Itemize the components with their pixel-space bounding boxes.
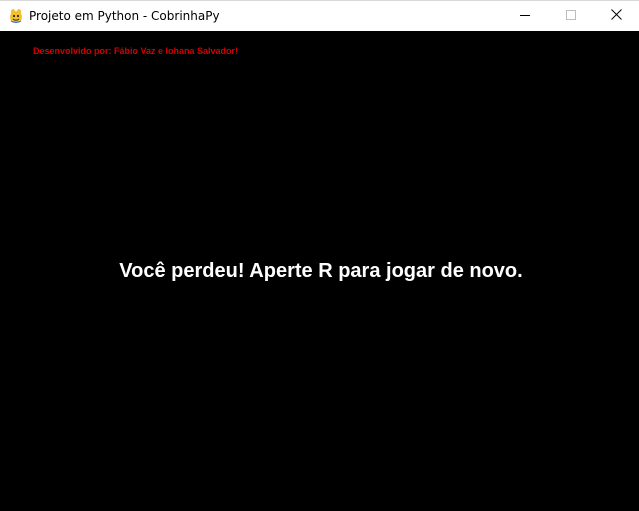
title-bar[interactable]: Projeto em Python - CobrinhaPy bbox=[0, 0, 639, 31]
game-canvas[interactable]: Desenvolvido por: Fábio Vaz e Iohana Sal… bbox=[0, 31, 639, 511]
pygame-snake-icon bbox=[8, 8, 24, 24]
minimize-button[interactable] bbox=[502, 1, 548, 31]
maximize-button[interactable] bbox=[548, 1, 594, 31]
maximize-icon bbox=[566, 7, 576, 25]
close-icon bbox=[610, 7, 622, 25]
game-window: Projeto em Python - CobrinhaPy Desenvolv… bbox=[0, 0, 639, 511]
game-over-message: Você perdeu! Aperte R para jogar de novo… bbox=[119, 260, 523, 282]
credits-text: Desenvolvido por: Fábio Vaz e Iohana Sal… bbox=[33, 46, 239, 56]
window-title: Projeto em Python - CobrinhaPy bbox=[29, 9, 220, 23]
close-button[interactable] bbox=[593, 1, 639, 31]
minimize-icon bbox=[520, 7, 530, 25]
